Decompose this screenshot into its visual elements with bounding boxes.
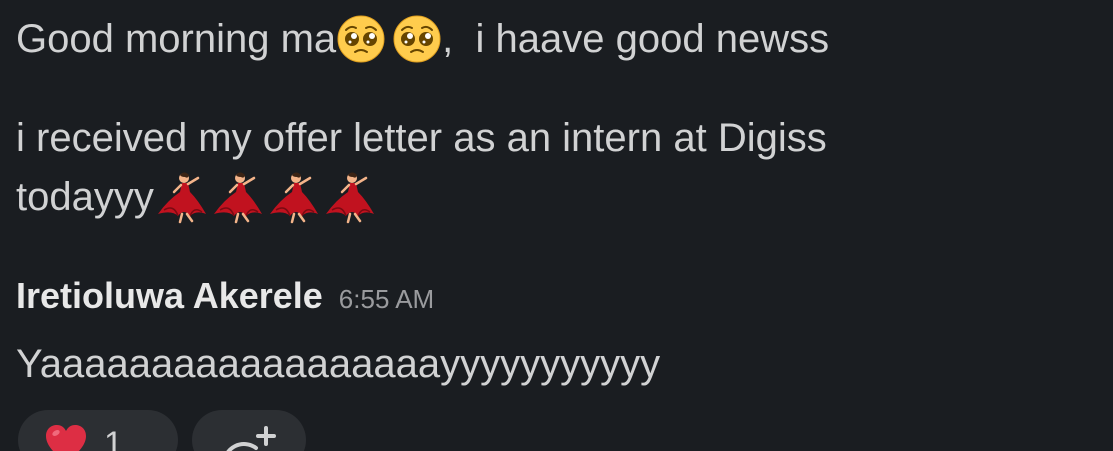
add-reaction-button[interactable] [192, 410, 306, 451]
dancer-emoji-icon [266, 170, 322, 224]
reaction-count: 1 [104, 425, 123, 451]
message-timestamp[interactable]: 6:55 AM [339, 273, 434, 325]
add-emoji-icon [226, 426, 276, 451]
message-line-today: todayyy [16, 170, 378, 224]
message-text: i received my offer letter as an intern … [16, 116, 827, 160]
dancer-emoji-icon [210, 170, 266, 224]
message-text: Yaaaaaaaaaaaaaaaaaayyyyyyyyyyy [16, 342, 661, 386]
message-text: , i haave good newss [442, 17, 830, 61]
message-line-greeting: Good morning ma , i haave good newss [16, 14, 829, 64]
pleading-face-emoji-icon [336, 14, 386, 64]
message-line-offer: i received my offer letter as an intern … [16, 114, 827, 162]
pleading-face-emoji-icon [392, 14, 442, 64]
dancer-emoji-icon [322, 170, 378, 224]
dancer-emoji-icon [154, 170, 210, 224]
author-name[interactable]: Iretioluwa Akerele [16, 270, 323, 322]
message-header: Iretioluwa Akerele 6:55 AM [16, 270, 434, 322]
heart-reaction-button[interactable]: 1 [18, 410, 178, 451]
message-list: Good morning ma , i haave good newss i r… [16, 0, 1106, 451]
reply-message: Yaaaaaaaaaaaaaaaaaayyyyyyyyyyy [16, 340, 660, 388]
message-text: todayyy [16, 175, 154, 219]
heart-icon [46, 425, 86, 451]
message-text: Good morning ma [16, 17, 337, 61]
